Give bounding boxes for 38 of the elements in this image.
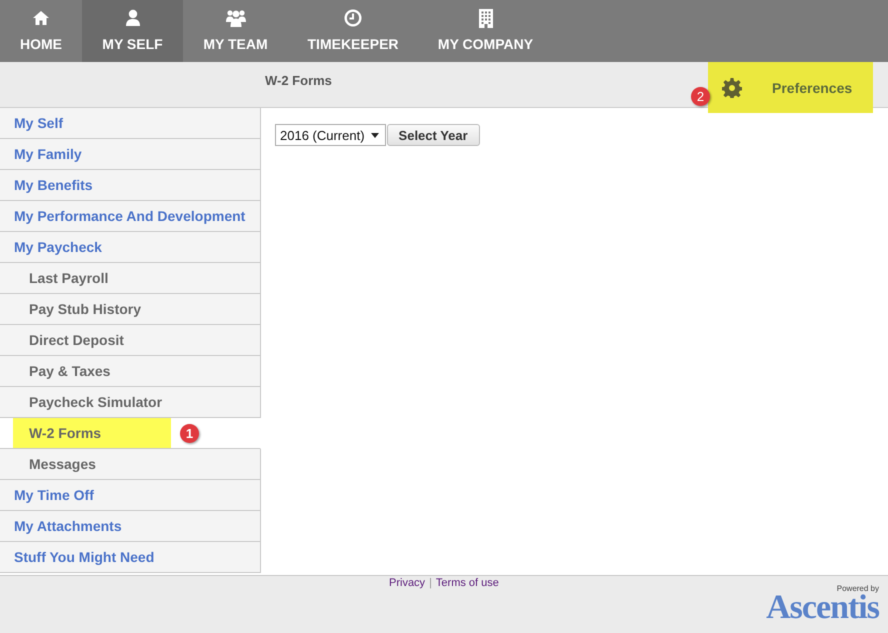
- nav-tab[interactable]: MY TEAM: [183, 0, 288, 62]
- sidebar-item[interactable]: Last Payroll: [0, 263, 261, 294]
- person-icon: [124, 9, 140, 27]
- link-separator: |: [429, 577, 432, 589]
- callout-badge: 1: [180, 424, 199, 443]
- sidebar-item[interactable]: Direct Deposit: [0, 325, 261, 356]
- sidebar-item[interactable]: My Performance And Development: [0, 201, 261, 232]
- home-icon: [32, 10, 50, 26]
- caret-icon: [370, 132, 379, 138]
- sidebar-item[interactable]: Paycheck Simulator: [0, 387, 261, 418]
- sidebar-item[interactable]: My Self: [0, 108, 261, 139]
- sidebar-item[interactable]: Pay Stub History: [0, 294, 261, 325]
- privacy-link[interactable]: Privacy: [389, 577, 426, 589]
- sidebar-item[interactable]: W-2 Forms 1: [0, 418, 261, 449]
- select-year-button[interactable]: Select Year: [386, 124, 480, 146]
- clock-icon: [344, 9, 362, 27]
- year-dropdown[interactable]: 2016 (Current): [275, 124, 386, 146]
- sidebar-item[interactable]: My Attachments: [0, 511, 261, 542]
- powered-by-text: Powered by: [836, 584, 879, 593]
- terms-link[interactable]: Terms of use: [436, 577, 499, 589]
- nav-tab[interactable]: HOME: [0, 0, 82, 62]
- building-icon: [478, 8, 494, 28]
- nav-tab[interactable]: TIMEKEEPER: [288, 0, 418, 62]
- brand-logo: Ascentis: [766, 593, 879, 623]
- sidebar-item[interactable]: My Family: [0, 139, 261, 170]
- sidebar-item[interactable]: My Benefits: [0, 170, 261, 201]
- nav-tab[interactable]: MY SELF: [82, 0, 183, 62]
- settings-icon: [722, 78, 742, 98]
- group-icon: [224, 9, 246, 27]
- sidebar-item[interactable]: Stuff You Might Need: [0, 542, 261, 573]
- sidebar-item[interactable]: Pay & Taxes: [0, 356, 261, 387]
- nav-tab[interactable]: MY COMPANY: [418, 0, 553, 62]
- callout-badge: 2: [691, 87, 710, 106]
- sidebar-item[interactable]: My Paycheck: [0, 232, 261, 263]
- preferences-button[interactable]: Preferences: [708, 62, 873, 113]
- sidebar-item[interactable]: My Time Off: [0, 480, 261, 511]
- page-title: W-2 Forms: [265, 73, 332, 88]
- sidebar-item[interactable]: Messages: [0, 449, 261, 480]
